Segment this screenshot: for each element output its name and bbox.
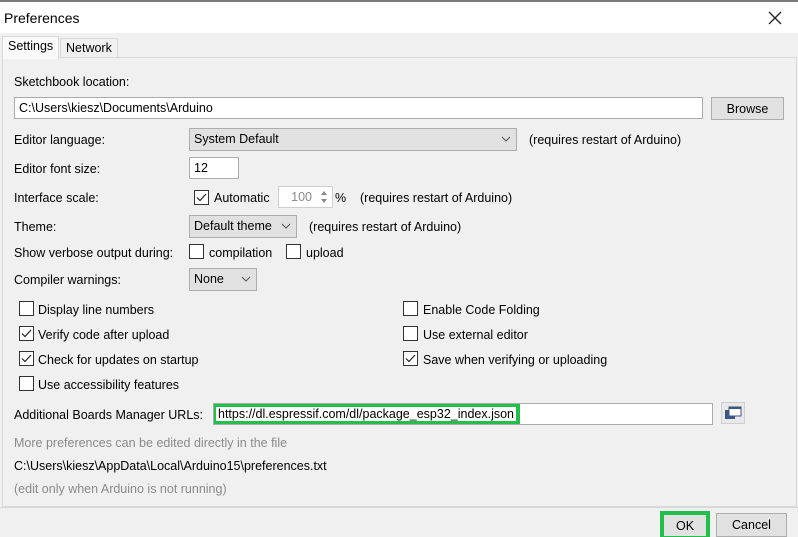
code-folding-label: Enable Code Folding [423,303,540,317]
compiler-warnings-select[interactable]: None [189,268,257,291]
verbose-compilation-label: compilation [209,246,273,260]
sketchbook-label: Sketchbook location: [14,75,130,89]
chevron-down-icon [281,223,291,229]
automatic-scale-label: Automatic [214,191,270,205]
prefs-file-path: C:\Users\kiesz\AppData\Local\Arduino15\p… [14,459,327,473]
editor-font-size-input[interactable]: 12 [189,157,239,179]
more-prefs-note: More preferences can be edited directly … [14,436,288,450]
close-button[interactable] [752,2,798,33]
theme-value: Default theme [194,219,272,233]
settings-panel: Sketchbook location: C:\Users\kiesz\Docu… [2,57,797,507]
cancel-button[interactable]: Cancel [716,513,787,537]
save-when-verifying-label: Save when verifying or uploading [423,353,608,367]
boards-urls-label: Additional Boards Manager URLs: [14,408,203,422]
save-when-verifying-checkbox[interactable] [403,351,418,366]
close-icon [768,11,782,24]
ok-button[interactable]: OK [660,511,710,537]
interface-scale-spinner[interactable]: 100 [278,186,333,208]
theme-select[interactable]: Default theme [189,215,297,238]
boards-url-highlight: https://dl.espressif.com/dl/package_esp3… [214,404,521,424]
percent-unit: % [335,191,347,205]
theme-label: Theme: [14,220,57,234]
verbose-compilation-checkbox[interactable] [189,244,204,259]
code-folding-checkbox[interactable] [403,301,418,316]
compiler-warnings-label: Compiler warnings: [14,273,121,287]
editor-language-select[interactable]: System Default [189,128,517,151]
boards-urls-edit-button[interactable] [721,402,745,424]
verify-after-upload-label: Verify code after upload [38,328,170,342]
check-updates-label: Check for updates on startup [38,353,199,367]
external-editor-checkbox[interactable] [403,326,418,341]
editor-font-size-label: Editor font size: [14,162,101,176]
chevron-down-icon [241,276,251,282]
verify-after-upload-checkbox[interactable] [19,326,34,341]
window-list-icon [725,406,742,419]
display-line-numbers-checkbox[interactable] [19,301,34,316]
editor-language-note: (requires restart of Arduino) [529,133,682,147]
checkmark-icon [21,329,32,338]
checkmark-icon [196,193,207,202]
editor-language-value: System Default [194,132,279,146]
verbose-upload-checkbox[interactable] [286,244,301,259]
editor-language-label: Editor language: [14,133,106,147]
verbose-upload-label: upload [306,246,344,260]
sketchbook-location-input[interactable]: C:\Users\kiesz\Documents\Arduino [14,97,703,119]
accessibility-label: Use accessibility features [38,378,180,392]
theme-note: (requires restart of Arduino) [309,220,462,234]
preferences-dialog: Settings Network Sketchbook location: C:… [0,33,798,537]
boards-urls-input[interactable]: https://dl.espressif.com/dl/package_esp3… [213,403,713,425]
compiler-warnings-value: None [194,272,224,286]
checkmark-icon [21,354,32,363]
edit-only-note: (edit only when Arduino is not running) [14,482,227,496]
interface-scale-note: (requires restart of Arduino) [360,191,513,205]
window-title: Preferences [4,10,80,26]
spinner-arrows-icon[interactable] [318,189,330,205]
accessibility-checkbox[interactable] [19,376,34,391]
tab-network[interactable]: Network [60,38,118,58]
chevron-down-icon [501,136,511,142]
interface-scale-value: 100 [291,190,312,204]
title-bar: Preferences [0,2,798,33]
footer-divider [0,507,798,508]
verbose-label: Show verbose output during: [14,246,174,260]
browse-button[interactable]: Browse [711,97,784,120]
automatic-scale-checkbox[interactable] [194,190,209,205]
tab-settings[interactable]: Settings [2,36,60,59]
display-line-numbers-label: Display line numbers [38,303,155,317]
external-editor-label: Use external editor [423,328,528,342]
interface-scale-label: Interface scale: [14,191,99,205]
check-updates-checkbox[interactable] [19,351,34,366]
checkmark-icon [405,354,416,363]
